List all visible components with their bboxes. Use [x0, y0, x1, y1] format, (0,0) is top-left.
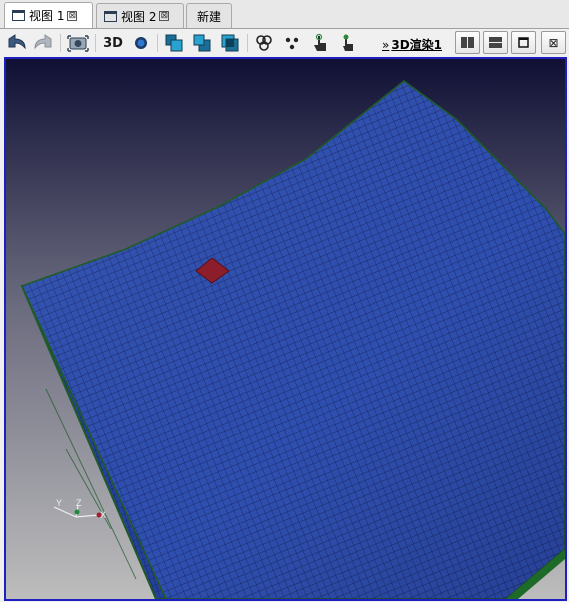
toolbar-separator: [60, 34, 61, 52]
tab-close-icon[interactable]: ⊠: [159, 11, 170, 21]
points-button[interactable]: [280, 31, 304, 55]
tab-label: 视图 2: [121, 9, 157, 24]
camera-icon: [67, 35, 89, 52]
layer-merge-icon: [221, 34, 239, 52]
layer-front-icon: [165, 34, 183, 52]
maximize-icon: [518, 37, 529, 48]
screenshot-button[interactable]: [66, 31, 90, 55]
tab-view-2[interactable]: 视图 2 ⊠: [96, 3, 184, 28]
maximize-button[interactable]: [511, 31, 536, 54]
tab-label: 新建: [196, 9, 221, 24]
split-vertical-icon: [461, 37, 474, 48]
layer-back-icon: [193, 34, 211, 52]
arrow-forward-icon: [34, 34, 52, 50]
toolbar: 3D » 3D渲染1 ⊠: [0, 29, 569, 57]
toolbar-separator: [95, 34, 96, 52]
tab-close-icon[interactable]: ⊠: [67, 10, 78, 21]
split-horizontal-button[interactable]: [483, 31, 508, 54]
layer-merge-button[interactable]: [218, 31, 242, 55]
sphere-view-button[interactable]: [130, 31, 152, 55]
axis-z-label: Z: [76, 498, 82, 508]
axis-y-label: Y: [56, 498, 62, 508]
toolbar-separator: [157, 34, 158, 52]
render-label: 3D渲染1: [391, 38, 443, 52]
3d-viewport[interactable]: Y Z X: [4, 57, 567, 601]
3d-mode-button[interactable]: 3D: [100, 31, 126, 55]
expand-arrows: »: [382, 38, 390, 52]
hand-select-icon: [343, 34, 353, 51]
back-button[interactable]: [4, 31, 28, 55]
tab-new[interactable]: 新建: [186, 3, 232, 28]
window-icon: [104, 10, 117, 22]
tab-bar: 视图 1 ⊠ 视图 2 ⊠ 新建: [0, 0, 569, 29]
circles-icon: [256, 35, 272, 51]
axis-x-label: X: [100, 510, 106, 520]
mesh-scene[interactable]: Y Z X: [6, 59, 565, 599]
sphere-icon: [135, 37, 147, 49]
render-link[interactable]: » 3D渲染1: [382, 36, 442, 53]
split-horizontal-icon: [489, 37, 502, 48]
hand-pointer-icon: [314, 33, 326, 51]
dots-icon: [285, 37, 299, 50]
tab-label: 视图 1: [29, 9, 65, 23]
forward-button[interactable]: [32, 31, 56, 55]
select-button[interactable]: [336, 31, 360, 55]
layer-front-button[interactable]: [162, 31, 186, 55]
window-icon: [12, 10, 25, 21]
split-vertical-button[interactable]: [455, 31, 480, 54]
close-icon: ⊠: [548, 35, 559, 50]
tab-view-1[interactable]: 视图 1 ⊠: [4, 2, 93, 28]
nodes-button[interactable]: [252, 31, 276, 55]
layer-back-button[interactable]: [190, 31, 214, 55]
toolbar-separator: [247, 34, 248, 52]
close-view-button[interactable]: ⊠: [541, 31, 566, 54]
arrow-back-icon: [8, 34, 26, 50]
3d-mode-label: 3D: [103, 35, 123, 51]
pick-button[interactable]: [308, 31, 332, 55]
